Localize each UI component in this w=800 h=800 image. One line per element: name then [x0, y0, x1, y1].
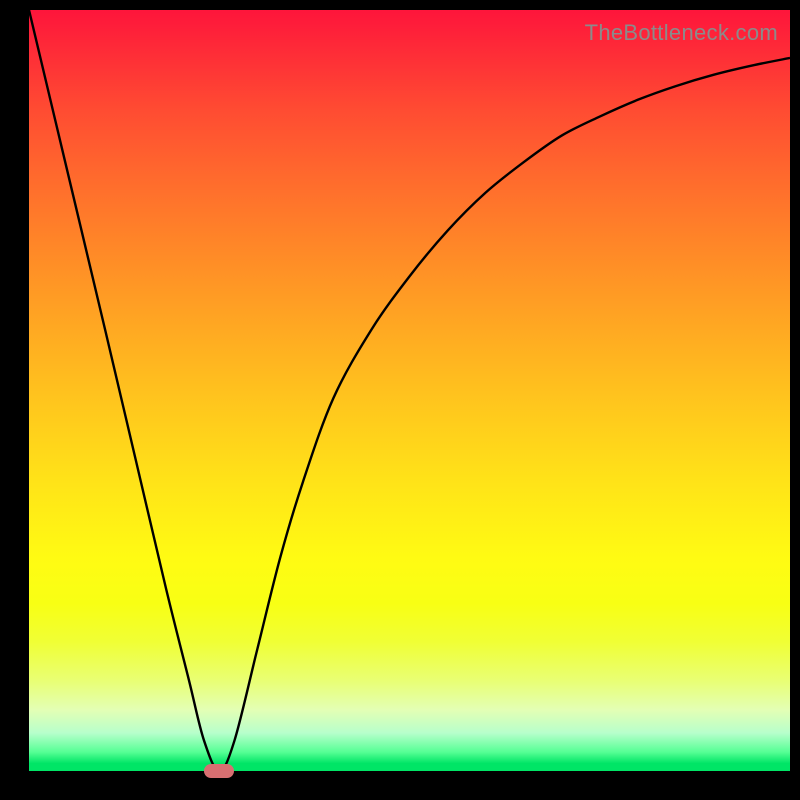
optimum-marker — [204, 764, 234, 778]
curve-layer — [29, 10, 790, 771]
bottleneck-curve — [29, 10, 790, 771]
plot-area: TheBottleneck.com — [29, 10, 790, 771]
chart-frame: TheBottleneck.com — [0, 0, 800, 800]
